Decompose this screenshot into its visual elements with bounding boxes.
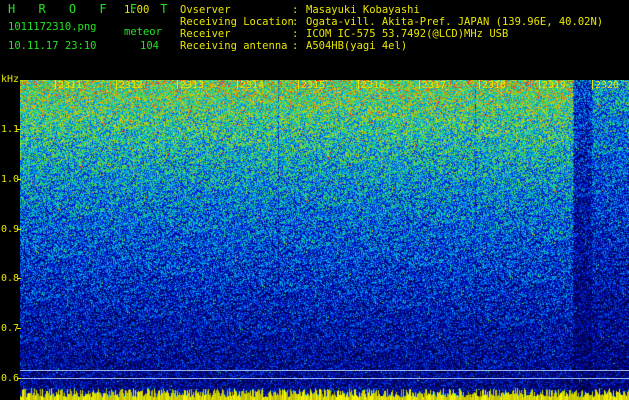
time-tick-mark — [479, 80, 480, 89]
time-label: 2317 — [422, 80, 447, 91]
meteor-count: 104 — [140, 40, 159, 52]
file-name: 1011172310.png — [8, 21, 97, 33]
app-title: H R O F F T — [8, 2, 176, 16]
baseline-noise-canvas — [20, 388, 629, 400]
y-tick-mark — [17, 278, 21, 279]
time-label: 2318 — [482, 80, 507, 91]
reference-line-lower — [20, 378, 629, 379]
location-value: Ogata-vill. Akita-Pref. JAPAN (139.96E, … — [306, 16, 604, 28]
location-label: Receiving Location — [180, 16, 294, 28]
y-tick-mark — [17, 129, 21, 130]
time-tick-mark — [358, 80, 359, 89]
time-label: 2319 — [542, 80, 567, 91]
time-tick-mark — [55, 80, 56, 89]
y-tick-mark — [17, 229, 21, 230]
app-version: 1.00 — [124, 4, 150, 16]
spectrogram-canvas — [20, 80, 629, 400]
time-tick-mark — [116, 80, 117, 89]
observer-value: Masayuki Kobayashi — [306, 4, 420, 16]
meteor-label: meteor — [124, 26, 162, 38]
time-tick-mark — [592, 80, 593, 89]
time-label: 2311 — [58, 80, 83, 91]
time-label: 2315 — [301, 80, 326, 91]
receiver-sep: : — [292, 28, 299, 40]
receiver-value: ICOM IC-575 53.7492(@LCD)MHz USB — [306, 28, 509, 40]
spectrogram — [20, 80, 629, 400]
time-tick-mark — [237, 80, 238, 89]
time-label: 2320 — [595, 80, 620, 91]
receiver-label: Receiver — [180, 28, 231, 40]
time-tick-mark — [419, 80, 420, 89]
time-label: 2314 — [240, 80, 265, 91]
y-tick-mark — [17, 328, 21, 329]
spectrogram-baseline-noise — [20, 388, 629, 400]
location-sep: : — [292, 16, 299, 28]
y-tick-mark — [17, 378, 21, 379]
time-tick-mark — [539, 80, 540, 89]
observer-sep: : — [292, 4, 299, 16]
time-tick-mark — [177, 80, 178, 89]
y-tick-mark — [17, 179, 21, 180]
antenna-value: A504HB(yagi 4el) — [306, 40, 408, 52]
y-axis-unit: kHz — [1, 74, 20, 85]
hrofft-window: H R O F F T 1.00 1011172310.png meteor 1… — [0, 0, 629, 400]
observer-label: Ovserver — [180, 4, 231, 16]
antenna-sep: : — [292, 40, 299, 52]
time-label: 2313 — [180, 80, 205, 91]
time-tick-mark — [298, 80, 299, 89]
time-label: 2312 — [119, 80, 144, 91]
reference-line-upper — [20, 370, 629, 371]
timestamp: 10.11.17 23:10 — [8, 40, 97, 52]
antenna-label: Receiving antenna — [180, 40, 288, 52]
time-label: 2316 — [361, 80, 386, 91]
